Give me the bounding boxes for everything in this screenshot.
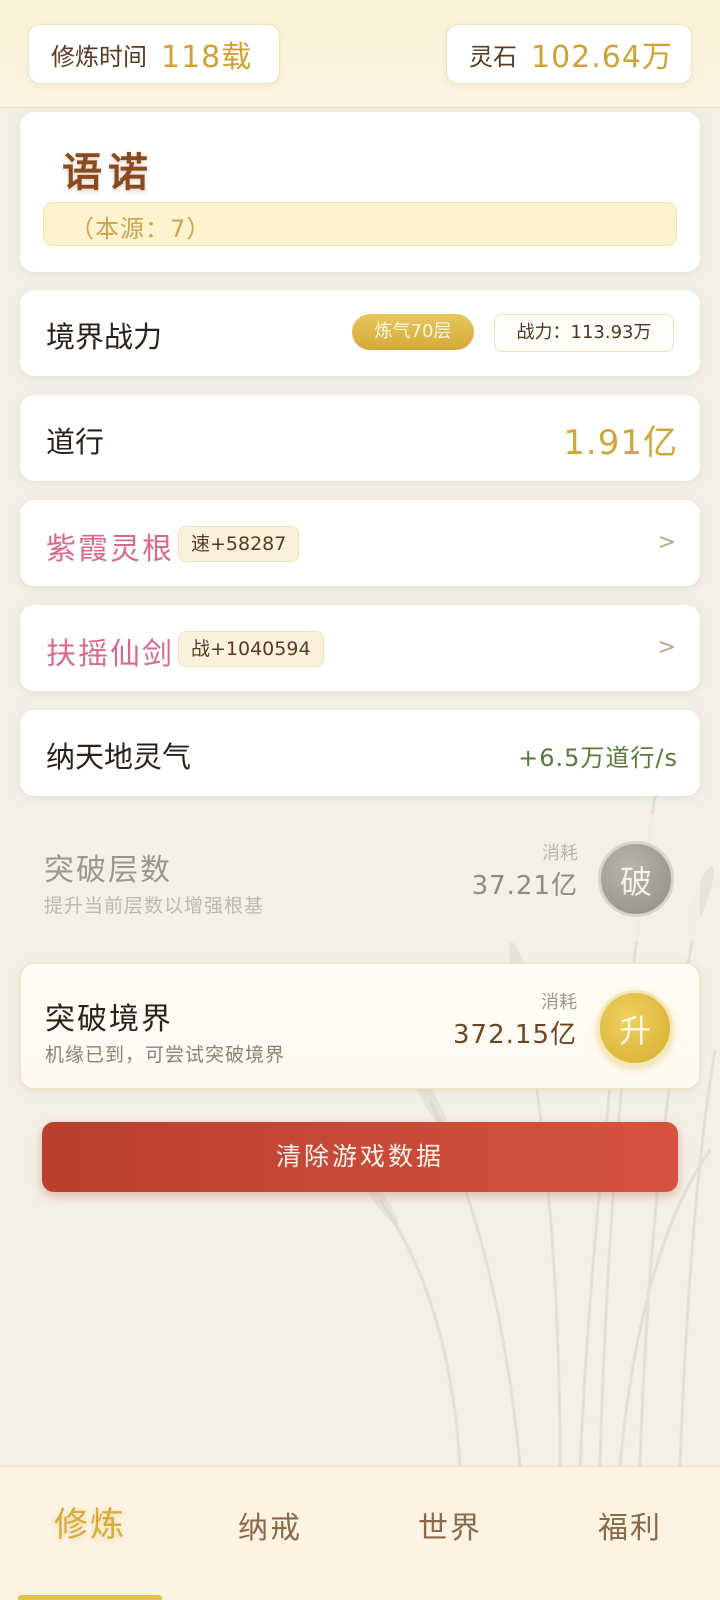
break-realm-button[interactable]: 升 bbox=[597, 990, 673, 1066]
realm-level-badge: 炼气70层 bbox=[352, 314, 474, 350]
dao-value: 1.91亿 bbox=[563, 423, 678, 463]
absorb-qi-row: 纳天地灵气 +6.5万道行/s bbox=[20, 710, 700, 796]
break-layer-card: 突破层数 提升当前层数以增强根基 消耗 37.21亿 破 bbox=[20, 815, 700, 941]
spirit-root-row[interactable]: 紫霞灵根 速+58287 > bbox=[20, 500, 700, 586]
absorb-qi-label: 纳天地灵气 bbox=[46, 740, 192, 774]
dao-label: 道行 bbox=[46, 425, 105, 459]
chevron-right-icon: > bbox=[657, 635, 676, 660]
absorb-qi-rate: +6.5万道行/s bbox=[518, 744, 678, 772]
nav-tab-world[interactable]: 世界 bbox=[360, 1503, 540, 1547]
sword-bonus-badge: 战+1040594 bbox=[178, 631, 324, 667]
break-layer-subtitle: 提升当前层数以增强根基 bbox=[44, 895, 265, 917]
top-status-bar: 修炼时间 118载 灵石 102.64万 bbox=[0, 0, 720, 108]
cultivation-time-label: 修炼时间 bbox=[51, 42, 147, 71]
dao-row: 道行 1.91亿 bbox=[20, 395, 700, 481]
nav-tab-cultivate[interactable]: 修炼 bbox=[0, 1497, 180, 1546]
break-realm-cost-label: 消耗 bbox=[541, 992, 577, 1013]
active-tab-indicator bbox=[18, 1595, 162, 1600]
bottom-navigation: 修炼 纳戒 世界 福利 bbox=[0, 1466, 720, 1600]
spirit-root-bonus-badge: 速+58287 bbox=[178, 526, 300, 562]
clear-game-data-button[interactable]: 清除游戏数据 bbox=[42, 1122, 678, 1192]
sword-row[interactable]: 扶摇仙剑 战+1040594 > bbox=[20, 605, 700, 691]
nav-tab-ring[interactable]: 纳戒 bbox=[180, 1503, 360, 1547]
spirit-root-label: 紫霞灵根 bbox=[46, 532, 174, 567]
character-card: 语诺 （本源：7） bbox=[20, 112, 700, 272]
chevron-right-icon: > bbox=[657, 530, 676, 555]
character-name: 语诺 bbox=[62, 149, 154, 196]
spirit-stone-label: 灵石 bbox=[469, 42, 517, 71]
break-layer-cost-label: 消耗 bbox=[542, 843, 578, 864]
origin-banner: （本源：7） bbox=[43, 202, 677, 246]
cultivation-time-value: 118载 bbox=[161, 40, 253, 75]
break-layer-title: 突破层数 bbox=[44, 853, 172, 888]
cultivation-time-pill: 修炼时间 118载 bbox=[28, 24, 280, 84]
break-layer-button[interactable]: 破 bbox=[598, 841, 674, 917]
break-realm-subtitle: 机缘已到，可尝试突破境界 bbox=[45, 1044, 286, 1066]
break-realm-title: 突破境界 bbox=[45, 1002, 173, 1037]
nav-tab-welfare[interactable]: 福利 bbox=[540, 1503, 720, 1547]
break-layer-cost-value: 37.21亿 bbox=[471, 871, 578, 901]
break-realm-card: 突破境界 机缘已到，可尝试突破境界 消耗 372.15亿 升 bbox=[20, 963, 700, 1089]
combat-power-badge: 战力：113.93万 bbox=[494, 314, 674, 352]
spirit-stone-value: 102.64万 bbox=[531, 40, 673, 75]
sword-label: 扶摇仙剑 bbox=[46, 637, 174, 672]
break-realm-cost-value: 372.15亿 bbox=[453, 1020, 577, 1050]
realm-power-row: 境界战力 炼气70层 战力：113.93万 bbox=[20, 290, 700, 376]
realm-power-label: 境界战力 bbox=[46, 320, 163, 354]
spirit-stone-pill: 灵石 102.64万 bbox=[446, 24, 692, 84]
